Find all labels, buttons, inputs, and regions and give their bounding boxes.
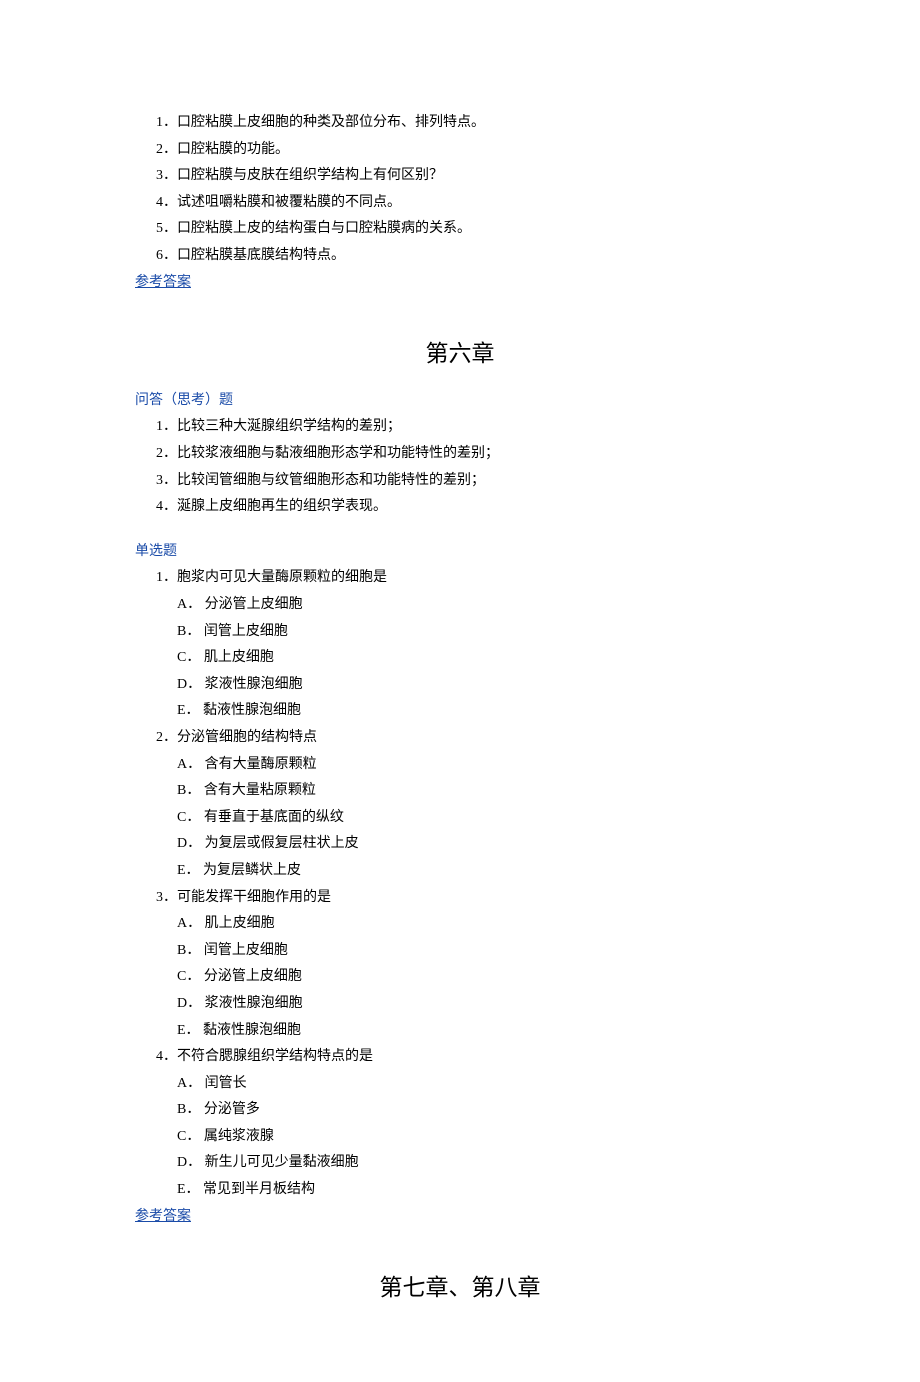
ch6-essay-list: 1．比较三种大涎腺组织学结构的差别； 2．比较浆液细胞与黏液细胞形态学和功能特性… xyxy=(135,414,785,520)
list-item: 4．试述咀嚼粘膜和被覆粘膜的不同点。 xyxy=(135,190,785,217)
mcq-stem: 3．可能发挥干细胞作用的是 xyxy=(135,885,785,912)
essay-section-header: 问答（思考）题 xyxy=(135,388,785,415)
mcq-stem: 2．分泌管细胞的结构特点 xyxy=(135,725,785,752)
answer-link[interactable]: 参考答案 xyxy=(135,1209,191,1224)
mcq-question-2: 2．分泌管细胞的结构特点 A． 含有大量酶原颗粒 B． 含有大量粘原颗粒 C． … xyxy=(135,725,785,885)
chapter-7-8-title: 第七章、第八章 xyxy=(135,1266,785,1310)
mcq-option: C． 肌上皮细胞 xyxy=(135,645,785,672)
ch5-question-list: 1．口腔粘膜上皮细胞的种类及部位分布、排列特点。 2．口腔粘膜的功能。 3．口腔… xyxy=(135,110,785,270)
mcq-question-3: 3．可能发挥干细胞作用的是 A． 肌上皮细胞 B． 闰管上皮细胞 C． 分泌管上… xyxy=(135,885,785,1045)
mcq-option: D． 新生儿可见少量黏液细胞 xyxy=(135,1150,785,1177)
mcq-question-4: 4．不符合腮腺组织学结构特点的是 A． 闰管长 B． 分泌管多 C． 属纯浆液腺… xyxy=(135,1044,785,1204)
list-item: 1．比较三种大涎腺组织学结构的差别； xyxy=(135,414,785,441)
list-item: 2．口腔粘膜的功能。 xyxy=(135,137,785,164)
mcq-option: D． 浆液性腺泡细胞 xyxy=(135,991,785,1018)
mcq-option: E． 为复层鳞状上皮 xyxy=(135,858,785,885)
document-page: 1．口腔粘膜上皮细胞的种类及部位分布、排列特点。 2．口腔粘膜的功能。 3．口腔… xyxy=(0,0,920,1382)
mcq-option: D． 浆液性腺泡细胞 xyxy=(135,672,785,699)
mcq-option: B． 闰管上皮细胞 xyxy=(135,938,785,965)
mcq-option: C． 有垂直于基底面的纵纹 xyxy=(135,805,785,832)
mcq-option: B． 分泌管多 xyxy=(135,1097,785,1124)
mcq-option: A． 肌上皮细胞 xyxy=(135,911,785,938)
mcq-stem: 4．不符合腮腺组织学结构特点的是 xyxy=(135,1044,785,1071)
mcq-option: B． 闰管上皮细胞 xyxy=(135,619,785,646)
list-item: 4．涎腺上皮细胞再生的组织学表现。 xyxy=(135,494,785,521)
list-item: 5．口腔粘膜上皮的结构蛋白与口腔粘膜病的关系。 xyxy=(135,216,785,243)
answer-link[interactable]: 参考答案 xyxy=(135,275,191,290)
chapter-6-title: 第六章 xyxy=(135,332,785,376)
mcq-stem: 1．胞浆内可见大量酶原颗粒的细胞是 xyxy=(135,565,785,592)
mcq-option: E． 常见到半月板结构 xyxy=(135,1177,785,1204)
list-item: 3．比较闰管细胞与纹管细胞形态和功能特性的差别； xyxy=(135,468,785,495)
mcq-option: C． 属纯浆液腺 xyxy=(135,1124,785,1151)
mcq-option: A． 闰管长 xyxy=(135,1071,785,1098)
list-item: 3．口腔粘膜与皮肤在组织学结构上有何区别？ xyxy=(135,163,785,190)
mcq-option: D． 为复层或假复层柱状上皮 xyxy=(135,831,785,858)
mcq-option: B． 含有大量粘原颗粒 xyxy=(135,778,785,805)
list-item: 2．比较浆液细胞与黏液细胞形态学和功能特性的差别； xyxy=(135,441,785,468)
list-item: 6．口腔粘膜基底膜结构特点。 xyxy=(135,243,785,270)
mcq-option: C． 分泌管上皮细胞 xyxy=(135,964,785,991)
mcq-option: E． 黏液性腺泡细胞 xyxy=(135,1018,785,1045)
mcq-section-header: 单选题 xyxy=(135,539,785,566)
mcq-option: A． 含有大量酶原颗粒 xyxy=(135,752,785,779)
mcq-option: E． 黏液性腺泡细胞 xyxy=(135,698,785,725)
mcq-option: A． 分泌管上皮细胞 xyxy=(135,592,785,619)
mcq-question-1: 1．胞浆内可见大量酶原颗粒的细胞是 A． 分泌管上皮细胞 B． 闰管上皮细胞 C… xyxy=(135,565,785,725)
list-item: 1．口腔粘膜上皮细胞的种类及部位分布、排列特点。 xyxy=(135,110,785,137)
